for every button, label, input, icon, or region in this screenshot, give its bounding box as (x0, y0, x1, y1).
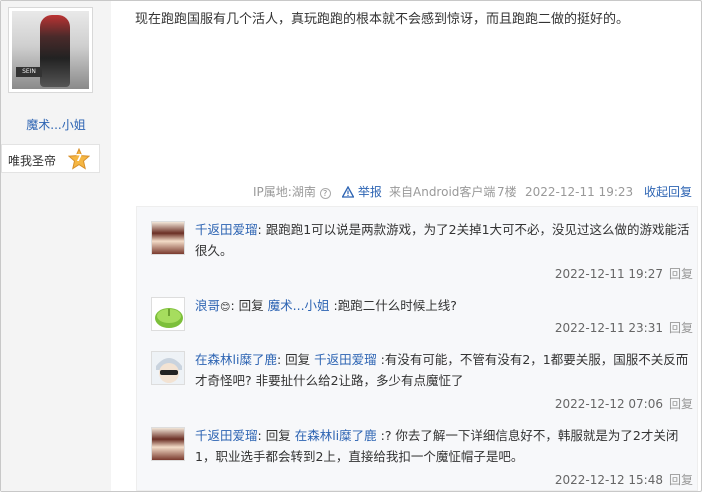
reply-content: 浪哥😊: 回复 魔术...小姐 :跑跑二什么时候上线? (195, 295, 695, 318)
member-badge[interactable]: 唯我圣帝 7 (1, 144, 100, 173)
reply-time: 2022-12-11 23:31 (554, 321, 663, 335)
avatar-figure (40, 15, 70, 87)
collapse-label: 收起回复 (644, 185, 693, 199)
reply-target[interactable]: 在森林li糜了鹿 (295, 428, 377, 443)
reply-content: 千返田爱瑠: 回复 在森林li糜了鹿 :? 你去了解一下详细信息好不，韩服就是为… (195, 425, 695, 467)
reply-footer: 2022-12-12 15:48 回复 (555, 471, 693, 488)
reply-button[interactable]: 回复 (669, 397, 693, 411)
warning-icon (342, 186, 354, 198)
floor-number: 7楼 (497, 185, 517, 199)
reply-avatar[interactable] (151, 221, 185, 255)
reply-word: : 回复 (276, 352, 315, 367)
avatar-image: SEIN (12, 11, 89, 89)
reply-nick[interactable]: 千返田爱瑠 (195, 222, 258, 237)
ip-label: IP属地:湖南 (253, 185, 316, 199)
reply-target[interactable]: 千返田爱瑠 (314, 352, 377, 367)
report-button[interactable]: 举报 (342, 184, 382, 200)
post-content: 现在跑跑国服有几个活人，真玩跑跑的根本就不会感到惊讶，而且跑跑二做的挺好的。 (135, 12, 630, 27)
reply-text: : 跟跑跑1可以说是两款游戏，为了2关掉1大可不必，没见过这么做的游戏能活很久。 (195, 222, 690, 258)
collapse-replies-link[interactable]: 收起回复 (644, 184, 692, 200)
reply-button[interactable]: 回复 (669, 473, 693, 487)
reply-footer: 2022-12-12 07:06 回复 (555, 395, 693, 412)
reply-nick[interactable]: 在森林li糜了鹿 (195, 352, 277, 367)
author-sidebar: SEIN 魔术...小姐 唯我圣帝 7 (1, 1, 111, 491)
reply-button[interactable]: 回复 (669, 267, 693, 281)
reply-avatar[interactable] (151, 297, 185, 331)
level-star-icon: 7 (67, 147, 91, 170)
reply-text: :跑跑二什么时候上线? (329, 298, 457, 313)
reply-time: 2022-12-11 19:27 (554, 267, 663, 281)
reply-content: 千返田爱瑠: 跟跑跑1可以说是两款游戏，为了2关掉1大可不必，没见过这么做的游戏… (195, 219, 695, 261)
post-source: 来自Android客户端 (389, 185, 496, 199)
reply-time: 2022-12-12 15:48 (554, 473, 663, 487)
reply-nick[interactable]: 浪哥 (195, 298, 220, 313)
reply-avatar[interactable] (151, 351, 185, 385)
avatar-logo: SEIN (16, 67, 42, 77)
level-number: 7 (75, 153, 83, 164)
post-time: 2022-12-11 19:23 (525, 185, 634, 199)
reply-content: 在森林li糜了鹿: 回复 千返田爱瑠 :有没有可能，不管有没有2，1都要关服，国… (195, 349, 695, 391)
reply-nick[interactable]: 千返田爱瑠 (195, 428, 258, 443)
reply-list: 千返田爱瑠: 跟跑跑1可以说是两款游戏，为了2关掉1大可不必，没见过这么做的游戏… (136, 206, 698, 491)
emoji-icon: 😊 (220, 302, 231, 313)
reply-footer: 2022-12-11 23:31 回复 (555, 319, 693, 336)
reply-target[interactable]: 魔术...小姐 (268, 298, 330, 313)
reply-word: : 回复 (257, 428, 295, 443)
help-icon[interactable]: ? (319, 188, 331, 199)
reply-footer: 2022-12-11 19:27 回复 (555, 265, 693, 282)
author-name[interactable]: 魔术...小姐 (1, 116, 111, 133)
reply-word: : 回复 (230, 298, 268, 313)
report-label: 举报 (357, 185, 382, 199)
reply-time: 2022-12-12 07:06 (554, 397, 663, 411)
reply-avatar[interactable] (151, 427, 185, 461)
author-avatar[interactable]: SEIN (8, 7, 93, 93)
ip-location: IP属地:湖南 ? (253, 184, 331, 200)
badge-label: 唯我圣帝 (8, 154, 57, 168)
reply-button[interactable]: 回复 (669, 321, 693, 335)
